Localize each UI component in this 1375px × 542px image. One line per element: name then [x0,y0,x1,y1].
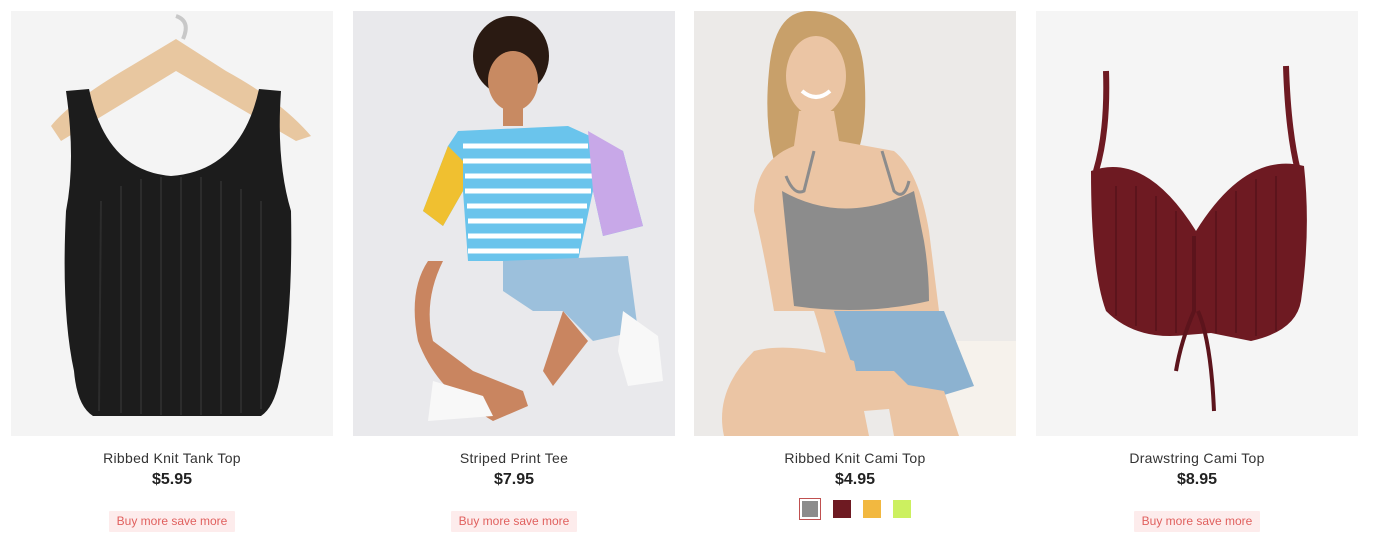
product-card-ribbed-knit-cami-top[interactable]: Ribbed Knit Cami Top $4.95 [694,11,1016,520]
striped-tee-model-image [353,11,675,436]
product-price: $4.95 [834,471,876,488]
product-card-drawstring-cami-top[interactable]: Drawstring Cami Top $8.95 Buy more save … [1036,11,1358,532]
burgundy-cami-top-image [1036,11,1358,436]
product-name[interactable]: Ribbed Knit Tank Top [11,449,333,467]
promo-badge[interactable]: Buy more save more [450,511,578,532]
color-swatch-lime[interactable] [893,500,911,518]
product-card-ribbed-knit-tank-top[interactable]: Ribbed Knit Tank Top $5.95 Buy more save… [11,11,333,532]
product-name[interactable]: Ribbed Knit Cami Top [694,449,1016,467]
product-price: $5.95 [151,471,193,488]
product-image[interactable] [1036,11,1358,436]
product-name[interactable]: Striped Print Tee [353,449,675,467]
product-image[interactable] [11,11,333,436]
promo-badge[interactable]: Buy more save more [108,511,236,532]
promo-badge[interactable]: Buy more save more [1133,511,1261,532]
product-image[interactable] [694,11,1016,436]
product-price: $8.95 [1176,471,1218,488]
color-swatch-burgundy[interactable] [833,500,851,518]
product-image[interactable] [353,11,675,436]
product-name[interactable]: Drawstring Cami Top [1036,449,1358,467]
grey-cami-model-image [694,11,1016,436]
color-swatch-grey[interactable] [799,498,821,520]
color-swatches [694,498,1016,520]
product-price: $7.95 [493,471,535,488]
black-tank-top-image [11,11,333,436]
product-card-striped-print-tee[interactable]: Striped Print Tee $7.95 Buy more save mo… [353,11,675,532]
color-swatch-yellow[interactable] [863,500,881,518]
